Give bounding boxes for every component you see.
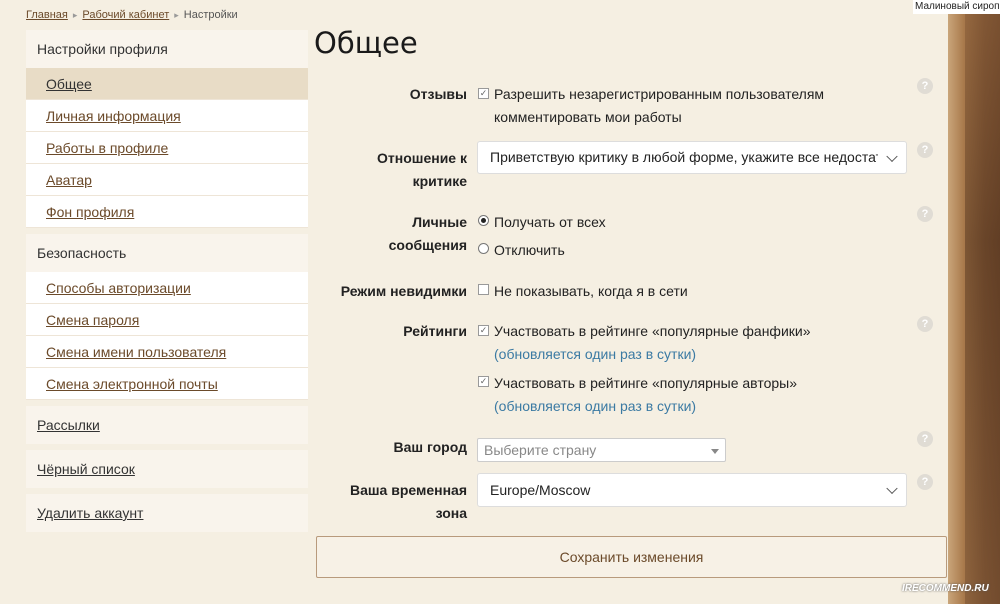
sidebar-item-profile-works[interactable]: Работы в профиле: [26, 132, 308, 164]
page-title: Общее: [314, 26, 418, 60]
help-icon[interactable]: ?: [917, 142, 933, 158]
sidebar-item-delete-account[interactable]: Удалить аккаунт: [26, 494, 308, 532]
help-icon[interactable]: ?: [917, 474, 933, 490]
reviews-option-line2: комментировать мои работы: [494, 109, 682, 125]
sidebar-item-label: Общее: [46, 76, 92, 92]
ratings-fanfics-hint: (обновляется один раз в сутки): [494, 346, 697, 362]
sidebar-item-label: Рассылки: [37, 417, 100, 433]
ratings-authors-option: Участвовать в рейтинге «популярные автор…: [494, 375, 797, 391]
breadcrumb-separator-icon: ▸: [174, 10, 179, 20]
help-icon[interactable]: ?: [917, 316, 933, 332]
messages-option-off: Отключить: [494, 242, 565, 258]
sidebar-item-change-username[interactable]: Смена имени пользователя: [26, 336, 308, 368]
sidebar-item-label: Чёрный список: [37, 461, 135, 477]
sidebar-item-label: Удалить аккаунт: [37, 505, 144, 521]
sidebar-item-personal-info[interactable]: Личная информация: [26, 100, 308, 132]
invisible-label: Режим невидимки: [340, 283, 467, 299]
breadcrumb-cabinet[interactable]: Рабочий кабинет: [82, 9, 169, 21]
help-icon[interactable]: ?: [917, 206, 933, 222]
invisible-checkbox[interactable]: [478, 284, 489, 295]
city-label: Ваш город: [393, 439, 467, 455]
messages-radio-all[interactable]: [478, 215, 489, 226]
breadcrumb: Главная ▸ Рабочий кабинет ▸ Настройки: [26, 9, 238, 21]
ratings-fanfics-checkbox[interactable]: ✓: [478, 325, 489, 336]
ratings-fanfics-option: Участвовать в рейтинге «популярные фанфи…: [494, 323, 811, 339]
help-icon[interactable]: ?: [917, 431, 933, 447]
sidebar-item-label: Личная информация: [46, 108, 181, 124]
chevron-down-icon: [886, 482, 898, 495]
country-select[interactable]: Выберите страну: [477, 438, 726, 462]
criticism-select[interactable]: Приветствую критику в любой форме, укажи…: [477, 141, 907, 174]
messages-option-all: Получать от всех: [494, 214, 606, 230]
sidebar-item-label: Смена пароля: [46, 312, 140, 328]
watermark: IRECOMMEND.RU: [902, 583, 989, 594]
messages-radio-off[interactable]: [478, 243, 489, 254]
sidebar-item-label: Работы в профиле: [46, 140, 169, 156]
sidebar-item-label: Фон профиля: [46, 204, 135, 220]
timezone-select-value: Europe/Moscow: [490, 482, 591, 498]
reviews-label: Отзывы: [409, 86, 467, 102]
criticism-select-value: Приветствую критику в любой форме, укажи…: [490, 149, 878, 165]
sidebar-item-change-password[interactable]: Смена пароля: [26, 304, 308, 336]
sidebar-item-label: Способы авторизации: [46, 280, 191, 296]
sidebar-item-avatar[interactable]: Аватар: [26, 164, 308, 196]
sidebar-item-change-email[interactable]: Смена электронной почты: [26, 368, 308, 400]
sidebar-item-label: Смена имени пользователя: [46, 344, 227, 360]
country-select-placeholder: Выберите страну: [484, 442, 597, 458]
sidebar-header-security: Безопасность: [26, 234, 308, 272]
criticism-label-line1: Отношение к: [377, 150, 467, 166]
sidebar-header-profile: Настройки профиля: [26, 30, 308, 68]
timezone-label-line2: зона: [435, 505, 467, 521]
reviews-checkbox[interactable]: ✓: [478, 88, 489, 99]
ratings-authors-checkbox[interactable]: ✓: [478, 376, 489, 387]
sidebar-item-mailing[interactable]: Рассылки: [26, 406, 308, 444]
timezone-label-line1: Ваша временная: [349, 482, 467, 498]
messages-label-line2: сообщения: [388, 237, 467, 253]
sidebar-item-blacklist[interactable]: Чёрный список: [26, 450, 308, 488]
sidebar-item-general[interactable]: Общее: [26, 68, 308, 100]
sidebar-item-label: Аватар: [46, 172, 92, 188]
dropdown-arrow-icon: [711, 449, 719, 454]
sidebar-item-auth-methods[interactable]: Способы авторизации: [26, 272, 308, 304]
chevron-down-icon: [886, 150, 898, 162]
settings-sidebar: Настройки профиля Общее Личная информаци…: [26, 30, 308, 532]
breadcrumb-separator-icon: ▸: [72, 10, 78, 20]
criticism-label-line2: критике: [412, 173, 467, 189]
ratings-label: Рейтинги: [403, 323, 467, 339]
ratings-authors-hint: (обновляется один раз в сутки): [494, 398, 697, 414]
breadcrumb-current: Настройки: [183, 9, 238, 21]
sidebar-item-profile-background[interactable]: Фон профиля: [26, 196, 308, 228]
wood-frame-shadow: [965, 0, 1000, 604]
reviews-option-line1: Разрешить незарегистрированным пользоват…: [494, 86, 825, 102]
user-name[interactable]: Малиновый сироп: [913, 0, 1000, 14]
save-changes-button[interactable]: Сохранить изменения: [316, 536, 947, 578]
breadcrumb-home[interactable]: Главная: [26, 9, 68, 21]
invisible-option: Не показывать, когда я в сети: [494, 283, 688, 299]
timezone-select[interactable]: Europe/Moscow: [477, 473, 907, 507]
sidebar-item-label: Смена электронной почты: [46, 376, 218, 392]
help-icon[interactable]: ?: [917, 78, 933, 94]
messages-label-line1: Личные: [412, 214, 467, 230]
